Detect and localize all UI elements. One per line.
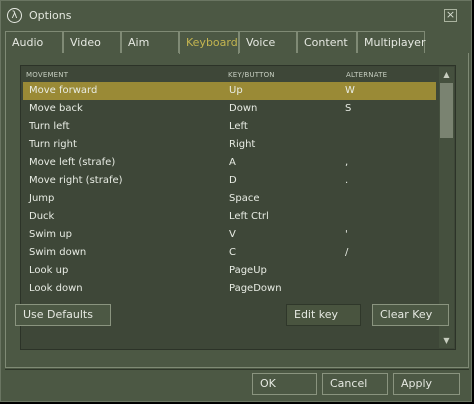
edit-key-button[interactable]: Edit key — [286, 304, 361, 326]
binding-key: V — [229, 229, 236, 240]
title-bar[interactable]: λ Options × — [1, 1, 471, 31]
column-header-key[interactable]: KEY/BUTTON — [228, 71, 275, 79]
binding-action: Look down — [29, 283, 83, 294]
divider — [5, 369, 469, 370]
binding-alternate: S — [345, 103, 352, 114]
binding-key: Right — [229, 139, 256, 150]
clear-key-button[interactable]: Clear Key — [372, 304, 449, 326]
window-title: Options — [29, 9, 72, 22]
tab-content[interactable]: Content — [297, 31, 357, 53]
binding-action: Jump — [29, 193, 55, 204]
cancel-button[interactable]: Cancel — [322, 373, 388, 395]
binding-row-move-right[interactable]: Move right (strafe) D . — [23, 172, 436, 190]
binding-key: Up — [229, 85, 243, 96]
use-defaults-button[interactable]: Use Defaults — [15, 304, 111, 326]
binding-alternate: W — [345, 85, 355, 96]
binding-key: Space — [229, 193, 260, 204]
scroll-down-icon[interactable]: ▼ — [439, 333, 454, 348]
binding-key: D — [229, 175, 237, 186]
binding-alternate: / — [345, 247, 349, 258]
binding-key: A — [229, 157, 236, 168]
binding-action: Turn right — [29, 139, 77, 150]
binding-row-jump[interactable]: Jump Space — [23, 190, 436, 208]
binding-alternate: . — [345, 175, 349, 186]
options-window: λ Options × Audio Video Aim Keyboard Voi… — [0, 0, 472, 402]
binding-alternate: ' — [345, 229, 348, 240]
binding-row-swim-up[interactable]: Swim up V ' — [23, 226, 436, 244]
binding-key: Down — [229, 103, 258, 114]
tab-multiplayer[interactable]: Multiplayer — [357, 31, 425, 53]
binding-row-turn-left[interactable]: Turn left Left — [23, 118, 436, 136]
binding-action: Swim up — [29, 229, 72, 240]
binding-key: Left — [229, 121, 248, 132]
ok-button[interactable]: OK — [252, 373, 317, 395]
tab-aim[interactable]: Aim — [121, 31, 179, 53]
binding-key: Left Ctrl — [229, 211, 269, 222]
column-header-action[interactable]: MOVEMENT — [26, 71, 68, 79]
binding-action: Turn left — [29, 121, 70, 132]
binding-row-move-left[interactable]: Move left (strafe) A , — [23, 154, 436, 172]
tab-voice[interactable]: Voice — [239, 31, 297, 53]
binding-row-move-forward[interactable]: Move forward Up W — [23, 82, 436, 100]
tab-keyboard[interactable]: Keyboard — [179, 31, 239, 54]
close-icon[interactable]: × — [444, 9, 457, 22]
binding-row-look-down[interactable]: Look down PageDown — [23, 280, 436, 298]
binding-action: Move back — [29, 103, 83, 114]
tab-audio[interactable]: Audio — [5, 31, 63, 53]
binding-row-duck[interactable]: Duck Left Ctrl — [23, 208, 436, 226]
scrollbar-thumb[interactable] — [440, 83, 453, 138]
binding-action: Move right (strafe) — [29, 175, 123, 186]
binding-action: Swim down — [29, 247, 87, 258]
binding-action: Move forward — [29, 85, 98, 96]
binding-alternate: , — [345, 157, 349, 168]
binding-row-turn-right[interactable]: Turn right Right — [23, 136, 436, 154]
half-life-logo-icon: λ — [7, 8, 22, 23]
binding-key: PageDown — [229, 283, 282, 294]
binding-row-move-back[interactable]: Move back Down S — [23, 100, 436, 118]
binding-row-look-up[interactable]: Look up PageUp — [23, 262, 436, 280]
apply-button[interactable]: Apply — [393, 373, 460, 395]
binding-action: Look up — [29, 265, 69, 276]
binding-key: C — [229, 247, 236, 258]
scroll-up-icon[interactable]: ▲ — [439, 67, 454, 82]
binding-action: Move left (strafe) — [29, 157, 116, 168]
binding-key: PageUp — [229, 265, 267, 276]
binding-row-swim-down[interactable]: Swim down C / — [23, 244, 436, 262]
binding-action: Duck — [29, 211, 55, 222]
tab-video[interactable]: Video — [63, 31, 121, 53]
column-header-alternate[interactable]: ALTERNATE — [346, 71, 387, 79]
